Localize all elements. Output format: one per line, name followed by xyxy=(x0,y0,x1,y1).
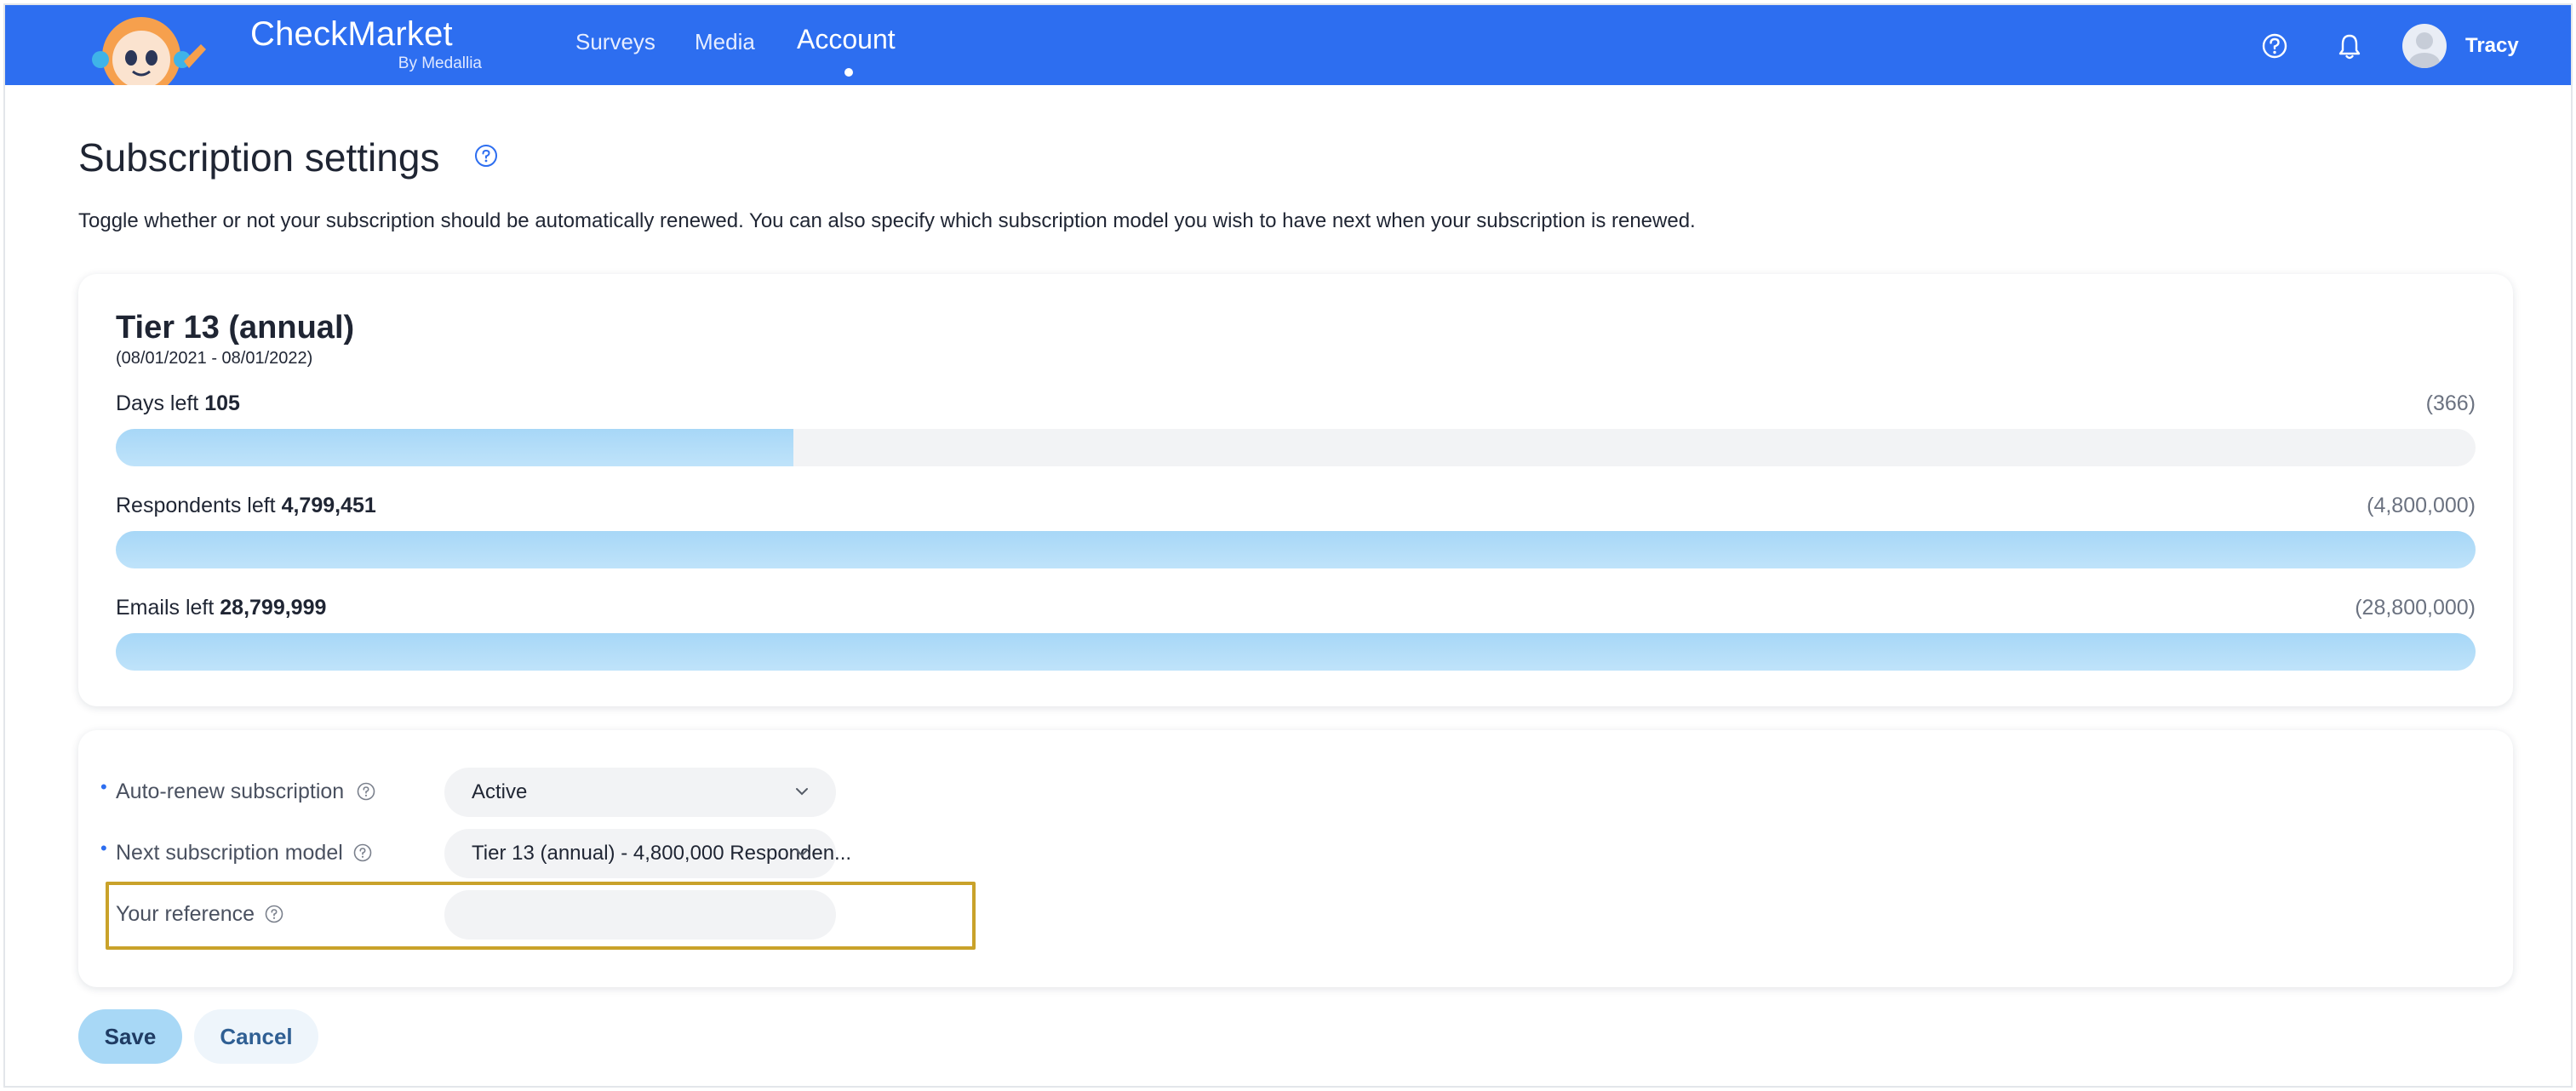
nav-surveys[interactable]: Surveys xyxy=(575,29,655,55)
bell-icon[interactable] xyxy=(2333,29,2367,63)
next-model-select[interactable]: Tier 13 (annual) - 4,800,000 Responden..… xyxy=(444,829,851,878)
auto-renew-label: Auto-renew subscription xyxy=(116,780,345,803)
page-title: Subscription settings xyxy=(78,135,440,180)
next-model-label: Next subscription model xyxy=(116,841,343,865)
help-icon[interactable] xyxy=(352,843,373,863)
user-name[interactable]: Tracy xyxy=(2465,34,2519,58)
reference-input[interactable] xyxy=(444,890,836,940)
brand-name: CheckMarket xyxy=(250,15,453,53)
mascot-logo-icon[interactable] xyxy=(89,10,216,85)
nav-media[interactable]: Media xyxy=(695,29,755,55)
emails-progress-bar xyxy=(116,633,2476,671)
save-button[interactable]: Save xyxy=(78,1009,182,1064)
meter-value: 28,799,999 xyxy=(220,596,327,620)
page-description: Toggle whether or not your subscription … xyxy=(78,209,1696,232)
active-nav-indicator xyxy=(844,68,853,77)
auto-renew-value: Active xyxy=(472,780,528,803)
respondents-total: (4,800,000) xyxy=(2367,494,2476,517)
auto-renew-select[interactable]: Active xyxy=(444,768,836,817)
days-progress-bar xyxy=(116,429,2476,466)
chevron-down-icon xyxy=(793,785,810,798)
required-marker: • xyxy=(100,837,107,859)
brand-logo[interactable]: CheckMarket By Medallia xyxy=(247,10,485,78)
help-icon[interactable] xyxy=(356,781,376,802)
respondents-left-label: Respondents left 4,799,451 xyxy=(116,494,376,518)
emails-progress-fill xyxy=(116,633,2476,671)
required-marker: • xyxy=(100,776,107,797)
nav-account[interactable]: Account xyxy=(797,24,896,55)
days-left-label: Days left 105 xyxy=(116,391,240,416)
brand-subtitle: By Medallia xyxy=(398,54,482,72)
meter-value: 105 xyxy=(204,391,240,415)
respondents-progress-bar xyxy=(116,531,2476,568)
meter-label-text: Respondents left xyxy=(116,494,276,517)
days-total: (366) xyxy=(2425,391,2476,415)
respondents-progress-fill xyxy=(116,531,2476,568)
tier-dates: (08/01/2021 - 08/01/2022) xyxy=(116,349,313,368)
emails-left-label: Emails left 28,799,999 xyxy=(116,596,326,620)
days-progress-fill xyxy=(116,429,793,466)
emails-total: (28,800,000) xyxy=(2355,596,2476,620)
subscription-form-card: • Auto-renew subscription Active • Next … xyxy=(78,730,2513,987)
user-avatar-icon[interactable] xyxy=(2402,24,2447,68)
subscription-usage-card: Tier 13 (annual) (08/01/2021 - 08/01/202… xyxy=(78,274,2513,706)
meter-label-text: Emails left xyxy=(116,596,215,620)
reference-label: Your reference xyxy=(116,902,255,926)
tier-title: Tier 13 (annual) xyxy=(116,310,355,346)
meter-label-text: Days left xyxy=(116,391,199,415)
help-icon[interactable] xyxy=(473,143,499,169)
meter-value: 4,799,451 xyxy=(281,494,376,517)
top-navigation-bar: CheckMarket By Medallia Surveys Media Ac… xyxy=(5,5,2571,85)
help-icon[interactable] xyxy=(2258,29,2292,63)
chevron-down-icon xyxy=(793,846,810,860)
help-icon[interactable] xyxy=(264,904,284,924)
cancel-button[interactable]: Cancel xyxy=(194,1009,318,1064)
